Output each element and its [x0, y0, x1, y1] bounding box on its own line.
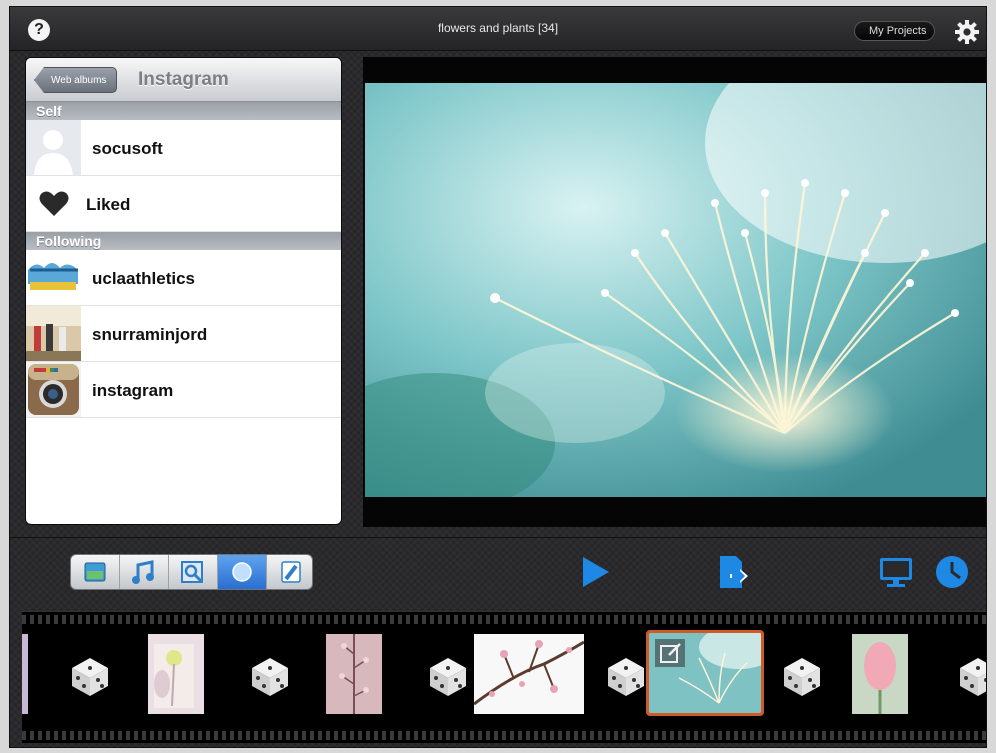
dice-transition-icon[interactable] — [248, 654, 292, 698]
project-title: flowers and plants [34] — [437, 21, 559, 35]
film-perforation-bottom — [22, 731, 986, 740]
list-item-label: snurraminjord — [92, 325, 208, 344]
zoom-icon[interactable] — [169, 555, 218, 589]
list-item-instagram[interactable]: instagram — [26, 362, 341, 418]
list-item-label: instagram — [92, 381, 174, 400]
preview-area — [363, 57, 986, 527]
list-item-label: socusoft — [92, 139, 163, 158]
film-perforation-top — [22, 615, 986, 624]
list-item-liked[interactable]: Liked — [26, 176, 341, 232]
clip-flower-yellow[interactable] — [148, 634, 204, 714]
list-item-snurraminjord[interactable]: snurraminjord — [26, 306, 341, 362]
instagram-camera-avatar — [26, 362, 81, 417]
ucla-avatar — [26, 250, 81, 305]
clock-icon[interactable] — [934, 554, 970, 590]
my-projects-button[interactable]: My Projects — [854, 21, 936, 41]
snurraminjord-avatar — [26, 306, 81, 361]
gear-icon[interactable] — [954, 19, 980, 45]
music-icon[interactable] — [120, 555, 169, 589]
album-panel: Web albums Instagram Self socusoft Liked — [25, 57, 342, 525]
list-item-socusoft[interactable]: socusoft — [26, 120, 341, 176]
dice-transition-icon[interactable] — [68, 654, 112, 698]
circle-icon[interactable] — [218, 555, 267, 589]
album-panel-title: Instagram — [138, 69, 229, 90]
clip-partial[interactable] — [22, 634, 28, 714]
section-header-following: Following — [26, 232, 341, 250]
pen-icon[interactable] — [267, 555, 312, 589]
album-panel-header: Web albums Instagram — [26, 58, 341, 102]
dice-transition-icon[interactable] — [604, 654, 648, 698]
photo-icon[interactable] — [71, 555, 120, 589]
preview-image[interactable] — [365, 83, 986, 497]
list-item-label: uclaathletics — [92, 269, 195, 288]
section-header-self: Self — [26, 102, 341, 120]
export-icon[interactable] — [714, 554, 750, 590]
clip-white-flower-selected[interactable] — [646, 630, 764, 716]
app-window: ? flowers and plants [34] My Projects We… — [9, 6, 987, 748]
list-item-uclaathletics[interactable]: uclaathletics — [26, 250, 341, 306]
play-icon[interactable] — [577, 554, 613, 590]
dice-transition-icon[interactable] — [426, 654, 470, 698]
monitor-icon[interactable] — [878, 554, 914, 590]
heart-icon — [26, 176, 81, 231]
clip-cherry-blossom-branch[interactable] — [474, 634, 584, 714]
top-bar: ? flowers and plants [34] My Projects — [10, 7, 986, 51]
web-albums-back-button[interactable]: Web albums — [34, 67, 118, 93]
toolbar — [10, 537, 986, 607]
dice-transition-icon[interactable] — [956, 654, 987, 698]
edit-icon[interactable] — [659, 641, 683, 665]
clip-pink-blossom-stem[interactable] — [326, 634, 382, 714]
mode-segmented-control — [70, 554, 313, 590]
person-silhouette-icon — [26, 120, 81, 175]
dice-transition-icon[interactable] — [780, 654, 824, 698]
clip-pink-tulip[interactable] — [852, 634, 908, 714]
list-item-label: Liked — [86, 195, 131, 214]
filmstrip — [22, 611, 987, 743]
